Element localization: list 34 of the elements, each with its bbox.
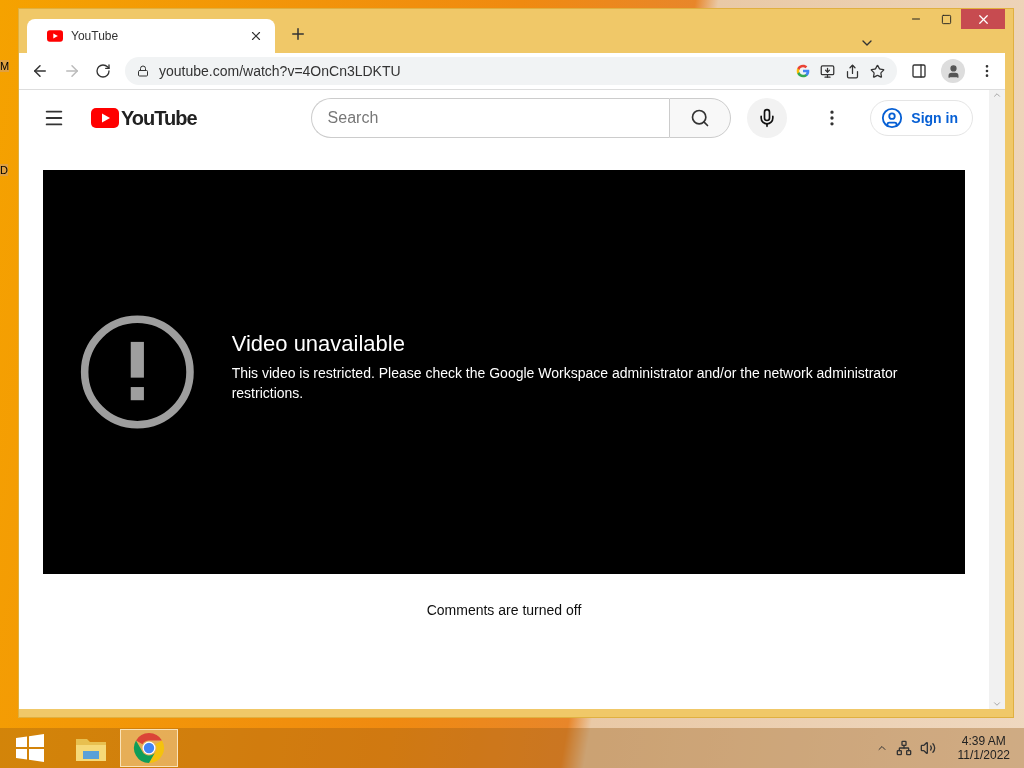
close-window-button[interactable] <box>961 9 1005 29</box>
youtube-logo[interactable]: YouTube <box>91 106 197 130</box>
close-tab-icon[interactable] <box>249 29 263 43</box>
address-bar[interactable]: youtube.com/watch?v=4OnCn3LDKTU <box>125 57 897 85</box>
profile-icon[interactable] <box>941 59 965 83</box>
account-icon[interactable] <box>881 107 904 129</box>
back-icon[interactable] <box>31 62 49 80</box>
browser-tab[interactable]: YouTube <box>27 19 275 53</box>
clock[interactable]: 4:39 AM 11/1/2022 <box>957 734 1010 762</box>
network-icon[interactable] <box>895 740 912 756</box>
share-icon[interactable] <box>845 63 860 79</box>
volume-icon[interactable] <box>919 740 936 756</box>
play-logo-icon <box>91 108 119 128</box>
favicon-icon <box>47 30 63 42</box>
google-icon[interactable] <box>796 64 810 78</box>
error-message: This video is restricted. Please check the Google Workspace administrator and/or the network administrator restrictions. <box>231 364 899 403</box>
star-icon[interactable] <box>870 63 885 79</box>
mic-button[interactable] <box>746 98 787 138</box>
reload-icon[interactable] <box>95 63 111 79</box>
side-panel-icon[interactable] <box>911 63 927 79</box>
search-icon[interactable] <box>689 108 710 128</box>
taskbar-app[interactable] <box>120 729 178 767</box>
desktop-icon-label: D <box>0 164 8 176</box>
search-button[interactable] <box>668 98 731 138</box>
install-icon[interactable] <box>820 63 835 79</box>
desktop-icon-label: M <box>0 60 10 72</box>
search-field[interactable]: Search <box>310 98 669 138</box>
windows-start-icon[interactable] <box>16 734 44 762</box>
new-tab-icon[interactable] <box>289 25 307 43</box>
error-title: Video unavailable <box>231 331 406 357</box>
comments-notice: Comments are turned off <box>426 602 582 618</box>
sign-in-button[interactable]: Sign in <box>870 100 973 136</box>
chrome-icon[interactable] <box>133 732 165 764</box>
lock-icon <box>137 65 149 77</box>
